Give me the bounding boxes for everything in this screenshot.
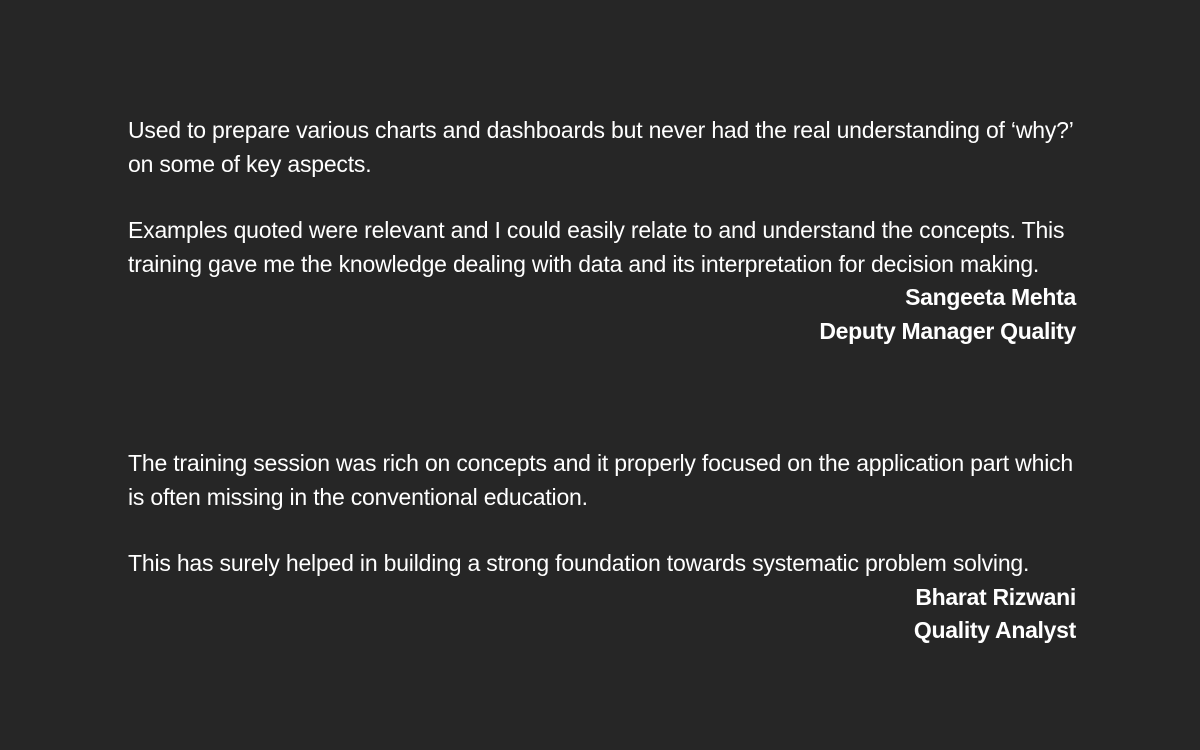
testimonial-slide: Used to prepare various charts and dashb…: [0, 0, 1200, 750]
testimonial-2-paragraph-2: This has surely helped in building a str…: [128, 550, 1030, 576]
testimonial-2: The training session was rich on concept…: [128, 447, 1076, 648]
testimonial-1: Used to prepare various charts and dashb…: [128, 114, 1076, 348]
testimonial-2-author-name: Bharat Rizwani: [915, 583, 1076, 610]
testimonial-1-paragraph-1: Used to prepare various charts and dashb…: [128, 117, 1073, 177]
testimonial-2-attribution: Bharat Rizwani Quality Analyst: [128, 581, 1076, 648]
testimonial-1-paragraph-2: Examples quoted were relevant and I coul…: [128, 217, 1065, 277]
testimonial-2-author-role: Quality Analyst: [913, 617, 1076, 643]
testimonial-1-attribution: Sangeeta Mehta Deputy Manager Quality: [128, 281, 1076, 348]
testimonial-1-author-role: Deputy Manager Quality: [819, 317, 1076, 344]
testimonial-2-paragraph-1: The training session was rich on concept…: [128, 450, 1073, 510]
testimonial-1-author-name: Sangeeta Mehta: [905, 284, 1076, 310]
